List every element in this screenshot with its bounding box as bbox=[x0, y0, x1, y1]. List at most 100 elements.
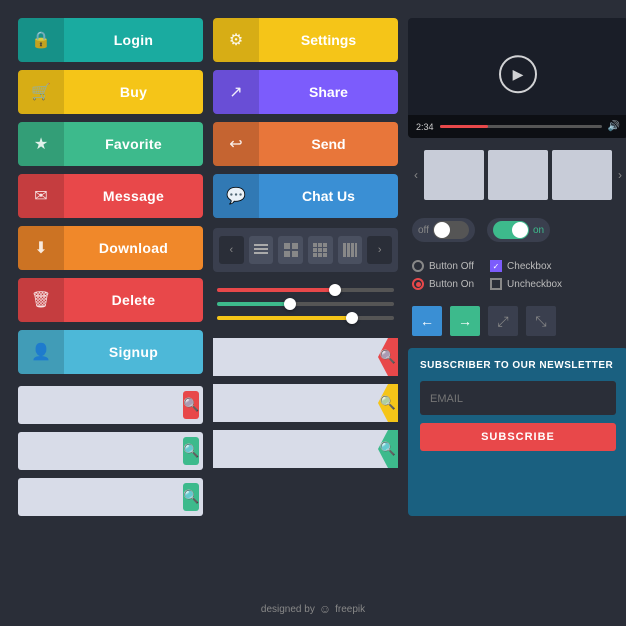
search-input-1[interactable] bbox=[28, 398, 183, 412]
search-bar-3[interactable]: 🔍 bbox=[18, 478, 203, 516]
checkbox-group: ✓ Checkbox Uncheckbox bbox=[490, 260, 562, 290]
buy-label: Buy bbox=[64, 84, 203, 100]
send-icon: ↩ bbox=[213, 122, 259, 166]
cart-icon: 🛒 bbox=[18, 70, 64, 114]
trash-icon: 🗑 bbox=[18, 278, 64, 322]
arrow-left-button[interactable]: ← bbox=[412, 306, 442, 336]
settings-label: Settings bbox=[259, 32, 398, 48]
arrow-search-bar-1[interactable]: 🔍 bbox=[213, 338, 398, 376]
delete-label: Delete bbox=[64, 292, 203, 308]
email-input-wrap[interactable] bbox=[420, 381, 616, 415]
arrow-search-input-3[interactable] bbox=[213, 442, 378, 456]
arrow-search-bar-3[interactable]: 🔍 bbox=[213, 430, 398, 468]
checkbox-unchecked-item[interactable]: Uncheckbox bbox=[490, 278, 562, 290]
grid-view-button[interactable] bbox=[278, 236, 303, 264]
arrow-search-button-1[interactable]: 🔍 bbox=[378, 338, 398, 376]
send-button[interactable]: ↩ Send bbox=[213, 122, 398, 166]
search-button-2[interactable]: 🔍 bbox=[183, 437, 199, 465]
sliders-section bbox=[213, 280, 398, 328]
subscribe-button[interactable]: SUBSCRIBE bbox=[420, 423, 616, 451]
video-player[interactable]: ▶ 2:34 🔊 bbox=[408, 18, 626, 138]
slider-thumb-green[interactable] bbox=[284, 298, 296, 310]
radio-off-circle[interactable] bbox=[412, 260, 424, 272]
toggle-thumb-off bbox=[434, 222, 450, 238]
next-page-button[interactable]: › bbox=[367, 236, 392, 264]
message-button[interactable]: ✉ Message bbox=[18, 174, 203, 218]
list-view-button[interactable] bbox=[249, 236, 274, 264]
radio-off-item[interactable]: Button Off bbox=[412, 260, 474, 272]
checkbox-checked[interactable]: ✓ bbox=[490, 260, 502, 272]
arrow-search-bar-2[interactable]: 🔍 bbox=[213, 384, 398, 422]
slider-track-yellow[interactable] bbox=[217, 316, 394, 320]
toggle-off[interactable]: off bbox=[412, 218, 475, 242]
share-button[interactable]: ↗ Share bbox=[213, 70, 398, 114]
arrow-search-input-2[interactable] bbox=[213, 396, 378, 410]
search-bar-1[interactable]: 🔍 bbox=[18, 386, 203, 424]
video-progress-fill bbox=[440, 125, 489, 128]
radio-on-circle[interactable] bbox=[412, 278, 424, 290]
tile-view-button[interactable] bbox=[308, 236, 333, 264]
signup-label: Signup bbox=[64, 344, 203, 360]
thumb-prev-button[interactable]: ‹ bbox=[412, 166, 420, 184]
lock-icon: 🔒 bbox=[18, 18, 64, 62]
radio-on-item[interactable]: Button On bbox=[412, 278, 474, 290]
slider-yellow[interactable] bbox=[217, 316, 394, 320]
arrow-right-button[interactable]: → bbox=[450, 306, 480, 336]
checkbox-checked-item[interactable]: ✓ Checkbox bbox=[490, 260, 562, 272]
expand-button-2[interactable]: ⤡ bbox=[526, 306, 556, 336]
slider-thumb-yellow[interactable] bbox=[346, 312, 358, 324]
arrow-nav-section: ← → ⤢ ⤡ bbox=[408, 302, 626, 340]
message-label: Message bbox=[64, 188, 203, 204]
login-label: Login bbox=[64, 32, 203, 48]
prev-page-button[interactable]: ‹ bbox=[219, 236, 244, 264]
search-button-1[interactable]: 🔍 bbox=[183, 391, 199, 419]
signup-button[interactable]: 👤 Signup bbox=[18, 330, 203, 374]
expand-button-1[interactable]: ⤢ bbox=[488, 306, 518, 336]
star-icon: ★ bbox=[18, 122, 64, 166]
view-controls: ‹ › bbox=[213, 228, 398, 272]
email-input[interactable] bbox=[430, 393, 606, 405]
delete-button[interactable]: 🗑 Delete bbox=[18, 278, 203, 322]
download-label: Download bbox=[64, 240, 203, 256]
settings-button[interactable]: ⚙ Settings bbox=[213, 18, 398, 62]
gear-icon: ⚙ bbox=[213, 18, 259, 62]
favorite-button[interactable]: ★ Favorite bbox=[18, 122, 203, 166]
thumbnail-2[interactable] bbox=[488, 150, 548, 200]
user-icon: 👤 bbox=[18, 330, 64, 374]
thumb-next-button[interactable]: › bbox=[616, 166, 624, 184]
arrow-search-button-2[interactable]: 🔍 bbox=[378, 384, 398, 422]
arrow-search-input-1[interactable] bbox=[213, 350, 378, 364]
toggle-on[interactable]: on bbox=[487, 218, 550, 242]
toggle-thumb-on bbox=[512, 222, 528, 238]
chat-icon: 💬 bbox=[213, 174, 259, 218]
freepik-icon: ☺ bbox=[319, 602, 331, 616]
slider-green[interactable] bbox=[217, 302, 394, 306]
chat-button[interactable]: 💬 Chat Us bbox=[213, 174, 398, 218]
slider-red[interactable] bbox=[217, 288, 394, 292]
thumbnail-3[interactable] bbox=[552, 150, 612, 200]
login-button[interactable]: 🔒 Login bbox=[18, 18, 203, 62]
search-bar-2[interactable]: 🔍 bbox=[18, 432, 203, 470]
volume-icon[interactable]: 🔊 bbox=[608, 121, 620, 132]
slider-thumb-red[interactable] bbox=[329, 284, 341, 296]
search-button-3[interactable]: 🔍 bbox=[183, 483, 199, 511]
slider-track-red[interactable] bbox=[217, 288, 394, 292]
checkbox-unchecked[interactable] bbox=[490, 278, 502, 290]
share-label: Share bbox=[259, 84, 398, 100]
search-input-3[interactable] bbox=[28, 490, 183, 504]
buy-button[interactable]: 🛒 Buy bbox=[18, 70, 203, 114]
footer-text: designed by bbox=[261, 604, 315, 615]
slider-track-green[interactable] bbox=[217, 302, 394, 306]
toggle-track-on[interactable] bbox=[493, 221, 529, 239]
columns-view-button[interactable] bbox=[338, 236, 363, 264]
download-button[interactable]: ⬇ Download bbox=[18, 226, 203, 270]
radio-check-section: Button Off Button On ✓ Checkbox Uncheckb… bbox=[408, 256, 626, 294]
footer: designed by ☺ freepik bbox=[0, 602, 626, 616]
arrow-search-button-3[interactable]: 🔍 bbox=[378, 430, 398, 468]
play-button[interactable]: ▶ bbox=[499, 55, 537, 93]
search-input-2[interactable] bbox=[28, 444, 183, 458]
thumbnail-1[interactable] bbox=[424, 150, 484, 200]
video-progress-bar[interactable] bbox=[440, 125, 602, 128]
uncheckbox-label: Uncheckbox bbox=[507, 279, 562, 290]
toggle-track-off[interactable] bbox=[433, 221, 469, 239]
